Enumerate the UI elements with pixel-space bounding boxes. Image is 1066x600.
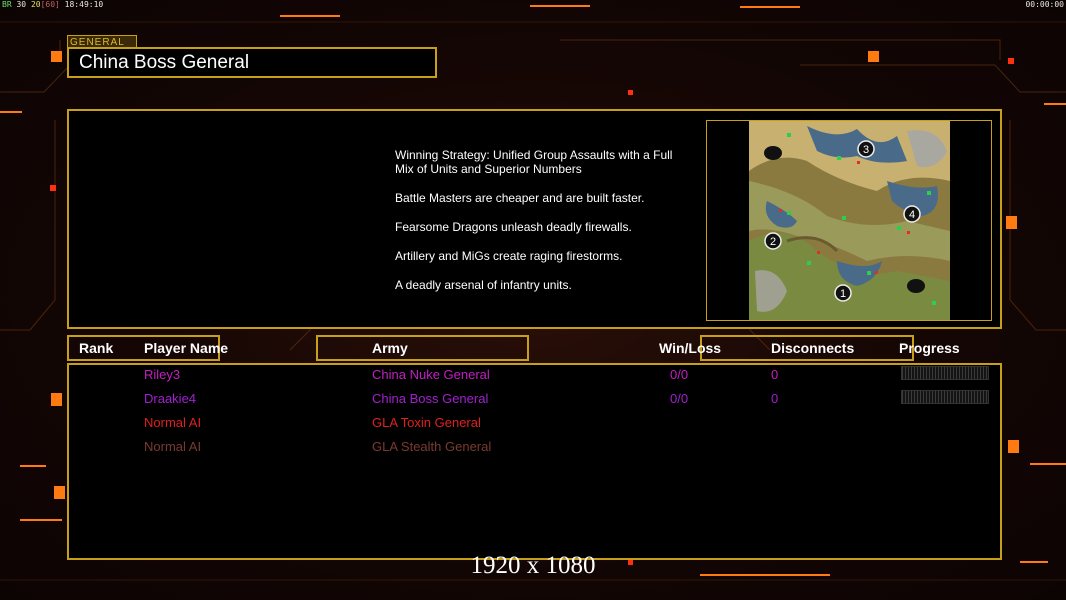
description-line: Artillery and MiGs create raging firesto… bbox=[395, 249, 623, 263]
general-description: Winning Strategy: Unified Group Assaults… bbox=[395, 148, 695, 307]
table-row: Draakie4 China Boss General 0/0 0 bbox=[69, 389, 1000, 411]
player-name: Normal AI bbox=[144, 415, 202, 430]
table-row: Riley3 China Nuke General 0/0 0 bbox=[69, 365, 1000, 387]
description-line: Battle Masters are cheaper and are built… bbox=[395, 191, 645, 205]
start-position-marker: 3 bbox=[857, 140, 875, 158]
description-line: Winning Strategy: Unified Group Assaults… bbox=[395, 148, 673, 176]
start-position-marker: 1 bbox=[834, 284, 852, 302]
start-position-label: 3 bbox=[863, 144, 869, 156]
player-army: China Nuke General bbox=[372, 367, 490, 382]
description-line: Fearsome Dragons unleash deadly firewall… bbox=[395, 220, 632, 234]
map-preview-image: 1 2 3 4 bbox=[707, 121, 991, 320]
loading-progress-bar bbox=[901, 366, 989, 380]
player-disconnects: 0 bbox=[771, 367, 779, 382]
start-position-marker: 4 bbox=[903, 205, 921, 223]
column-disconnects: Disconnects bbox=[771, 340, 855, 356]
column-progress: Progress bbox=[899, 340, 960, 356]
player-win-loss: 0/0 bbox=[670, 367, 689, 382]
description-line: A deadly arsenal of infantry units. bbox=[395, 278, 572, 292]
fps-label: BR bbox=[2, 0, 12, 9]
player-name: Normal AI bbox=[144, 439, 202, 454]
fps-target: 20 bbox=[30, 0, 41, 9]
fps-counter: BR 30 20[60] 18:49:10 bbox=[2, 0, 103, 9]
player-win-loss: 0/0 bbox=[670, 391, 689, 406]
player-army: China Boss General bbox=[372, 391, 489, 406]
system-clock: 18:49:10 bbox=[64, 0, 104, 9]
player-name: Riley3 bbox=[144, 367, 181, 382]
title-box: China Boss General bbox=[67, 47, 437, 78]
column-player-name: Player Name bbox=[144, 340, 229, 356]
loading-progress-bar bbox=[901, 390, 989, 404]
start-position-label: 2 bbox=[770, 236, 776, 248]
column-win-loss: Win/Loss bbox=[659, 340, 722, 356]
game-timer: 00:00:00 bbox=[1025, 0, 1064, 9]
players-table-header: Rank Player Name Army Win/Loss Disconnec… bbox=[67, 335, 1002, 361]
players-table: Riley3 China Nuke General 0/0 0 Draakie4… bbox=[67, 363, 1002, 560]
fps-limit: [60] bbox=[40, 0, 60, 9]
page-title: China Boss General bbox=[79, 52, 250, 73]
resolution-label: 1920 x 1080 bbox=[470, 552, 596, 579]
table-row: Normal AI GLA Stealth General bbox=[69, 437, 1000, 459]
column-rank: Rank bbox=[79, 340, 114, 356]
map-preview: 1 2 3 4 bbox=[706, 120, 992, 321]
player-army: GLA Stealth General bbox=[372, 439, 492, 454]
player-name: Draakie4 bbox=[144, 391, 197, 406]
player-disconnects: 0 bbox=[771, 391, 779, 406]
column-army: Army bbox=[372, 340, 408, 356]
table-row: Normal AI GLA Toxin General bbox=[69, 413, 1000, 435]
start-position-label: 1 bbox=[840, 288, 846, 300]
start-position-marker: 2 bbox=[764, 232, 782, 250]
header-frame-army bbox=[316, 335, 529, 361]
fps-value: 30 bbox=[16, 0, 27, 9]
general-info-panel: Winning Strategy: Unified Group Assaults… bbox=[67, 109, 1002, 329]
player-army: GLA Toxin General bbox=[372, 415, 481, 430]
start-position-label: 4 bbox=[909, 209, 915, 221]
